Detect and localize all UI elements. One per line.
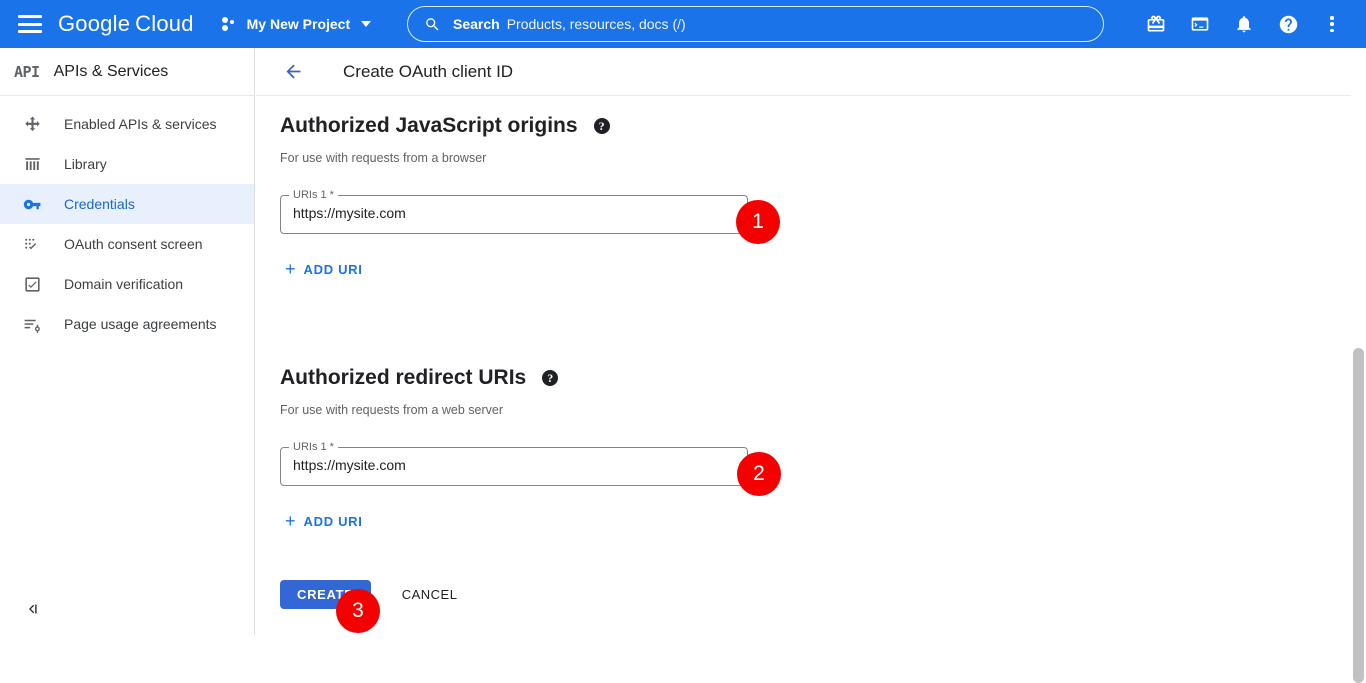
section-subtitle: For use with requests from a web server: [280, 403, 748, 417]
plus-icon: +: [285, 260, 296, 278]
sidebar-header: API APIs & Services: [0, 48, 254, 96]
caret-down-icon: [361, 21, 371, 27]
section-subtitle: For use with requests from a browser: [280, 151, 748, 165]
uri-input-hitbox[interactable]: [280, 442, 748, 486]
brand-google: Google: [58, 11, 130, 36]
uri-field-redirect-uris[interactable]: URIs 1 * https://mysite.com: [280, 442, 748, 486]
hamburger-icon[interactable]: [18, 15, 42, 33]
section-heading-row: Authorized redirect URIs ?: [280, 366, 748, 390]
section-heading: Authorized redirect URIs: [280, 366, 526, 390]
section-heading: Authorized JavaScript origins: [280, 114, 578, 138]
sidebar-item-label: OAuth consent screen: [64, 236, 203, 252]
help-circle-icon[interactable]: ?: [542, 370, 558, 386]
oauth-consent-icon: [20, 232, 44, 256]
search-label: Search: [453, 16, 500, 32]
sidebar-item-label: Page usage agreements: [64, 316, 217, 332]
library-icon: [20, 152, 44, 176]
vertical-scrollbar-thumb[interactable]: [1353, 348, 1364, 683]
collapse-panel-icon[interactable]: [20, 597, 44, 621]
sidebar-item-label: Enabled APIs & services: [64, 116, 217, 132]
checkbox-icon: [20, 272, 44, 296]
sidebar-item-enabled-apis[interactable]: Enabled APIs & services: [0, 104, 254, 144]
step-badge-1: 1: [736, 200, 780, 244]
uri-field-javascript-origins[interactable]: URIs 1 * https://mysite.com: [280, 190, 748, 234]
step-badge-2: 2: [737, 452, 781, 496]
sidebar-item-label: Domain verification: [64, 276, 183, 292]
search-placeholder: Products, resources, docs (/): [507, 16, 686, 32]
cloud-shell-icon[interactable]: [1180, 4, 1220, 44]
project-name-label: My New Project: [247, 16, 350, 32]
gift-icon[interactable]: [1136, 4, 1176, 44]
top-app-bar: GoogleCloud My New Project Search Produc…: [0, 0, 1366, 48]
sidebar-nav: Enabled APIs & services Library Credenti…: [0, 96, 254, 344]
usage-agreements-icon: [20, 312, 44, 336]
sidebar-item-page-usage-agreements[interactable]: Page usage agreements: [0, 304, 254, 344]
add-uri-label: ADD URI: [304, 514, 363, 529]
project-dots-icon: [222, 16, 238, 32]
enabled-apis-icon: [20, 112, 44, 136]
sidebar-item-oauth-consent-screen[interactable]: OAuth consent screen: [0, 224, 254, 264]
cancel-button[interactable]: CANCEL: [393, 580, 467, 609]
sidebar-item-credentials[interactable]: Credentials: [0, 184, 254, 224]
section-authorized-redirect-uris: Authorized redirect URIs ? For use with …: [280, 366, 748, 536]
google-cloud-logo[interactable]: GoogleCloud: [58, 11, 194, 37]
uri-input-hitbox[interactable]: [280, 190, 748, 234]
more-options-icon[interactable]: [1312, 4, 1352, 44]
step-badge-3: 3: [336, 589, 380, 633]
plus-icon: +: [285, 512, 296, 530]
brand-cloud: Cloud: [135, 11, 193, 36]
notifications-bell-icon[interactable]: [1224, 4, 1264, 44]
help-icon[interactable]: [1268, 4, 1308, 44]
search-input[interactable]: Search Products, resources, docs (/): [407, 6, 1104, 42]
project-selector[interactable]: My New Project: [222, 8, 371, 40]
sidebar-item-library[interactable]: Library: [0, 144, 254, 184]
page-title: Create OAuth client ID: [343, 62, 513, 82]
sidebar-item-label: Credentials: [64, 196, 135, 212]
add-uri-button-redirect-uris[interactable]: + ADD URI: [280, 506, 372, 536]
sidebar-title: APIs & Services: [54, 63, 169, 81]
page-header: Create OAuth client ID: [256, 48, 1366, 96]
add-uri-label: ADD URI: [304, 262, 363, 277]
section-heading-row: Authorized JavaScript origins ?: [280, 114, 748, 138]
sidebar: API APIs & Services Enabled APIs & servi…: [0, 48, 255, 635]
vertical-scrollbar-track[interactable]: [1351, 48, 1366, 635]
section-authorized-javascript-origins: Authorized JavaScript origins ? For use …: [280, 114, 748, 284]
header-actions: [1134, 0, 1354, 48]
add-uri-button-javascript-origins[interactable]: + ADD URI: [280, 254, 372, 284]
api-logo-icon: API: [14, 63, 40, 81]
sidebar-item-domain-verification[interactable]: Domain verification: [0, 264, 254, 304]
back-arrow-icon[interactable]: [281, 60, 305, 84]
search-icon: [424, 16, 441, 33]
main-content: Authorized JavaScript origins ? For use …: [256, 97, 1366, 635]
key-icon: [20, 192, 44, 216]
help-circle-icon[interactable]: ?: [594, 118, 610, 134]
sidebar-item-label: Library: [64, 156, 107, 172]
